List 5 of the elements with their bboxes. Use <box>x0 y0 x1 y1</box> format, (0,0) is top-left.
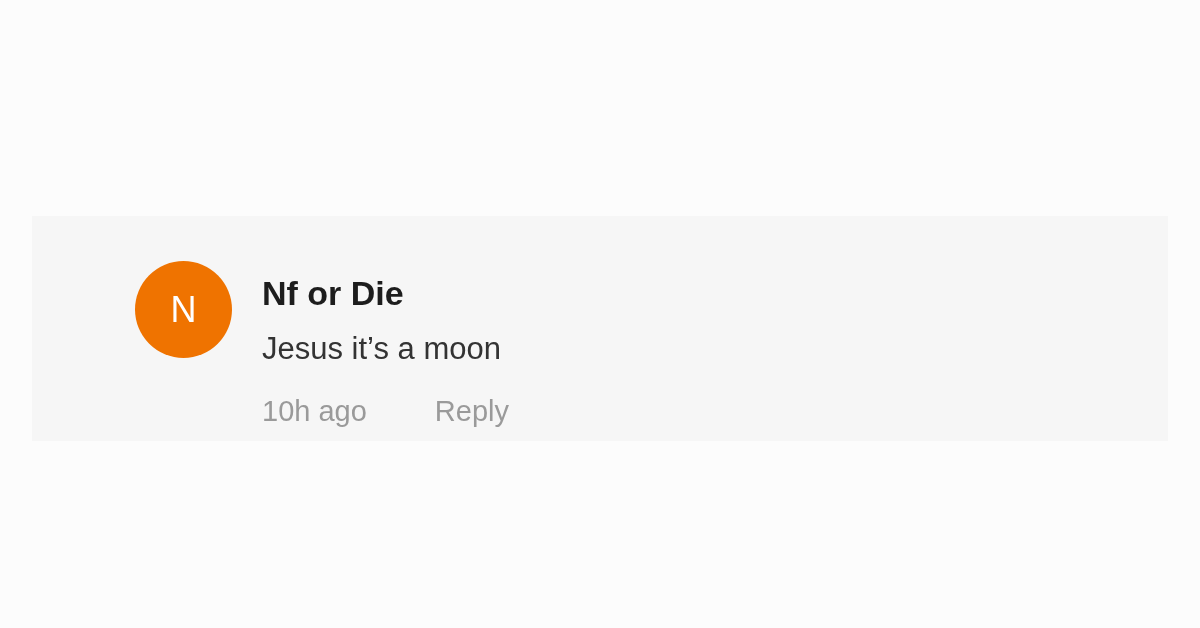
timestamp: 10h ago <box>262 394 367 429</box>
author-name: Nf or Die <box>262 273 405 313</box>
comment-text: Jesus it’s a moon <box>262 330 502 368</box>
reply-link[interactable]: Reply <box>434 393 509 429</box>
avatar: N <box>135 261 232 358</box>
